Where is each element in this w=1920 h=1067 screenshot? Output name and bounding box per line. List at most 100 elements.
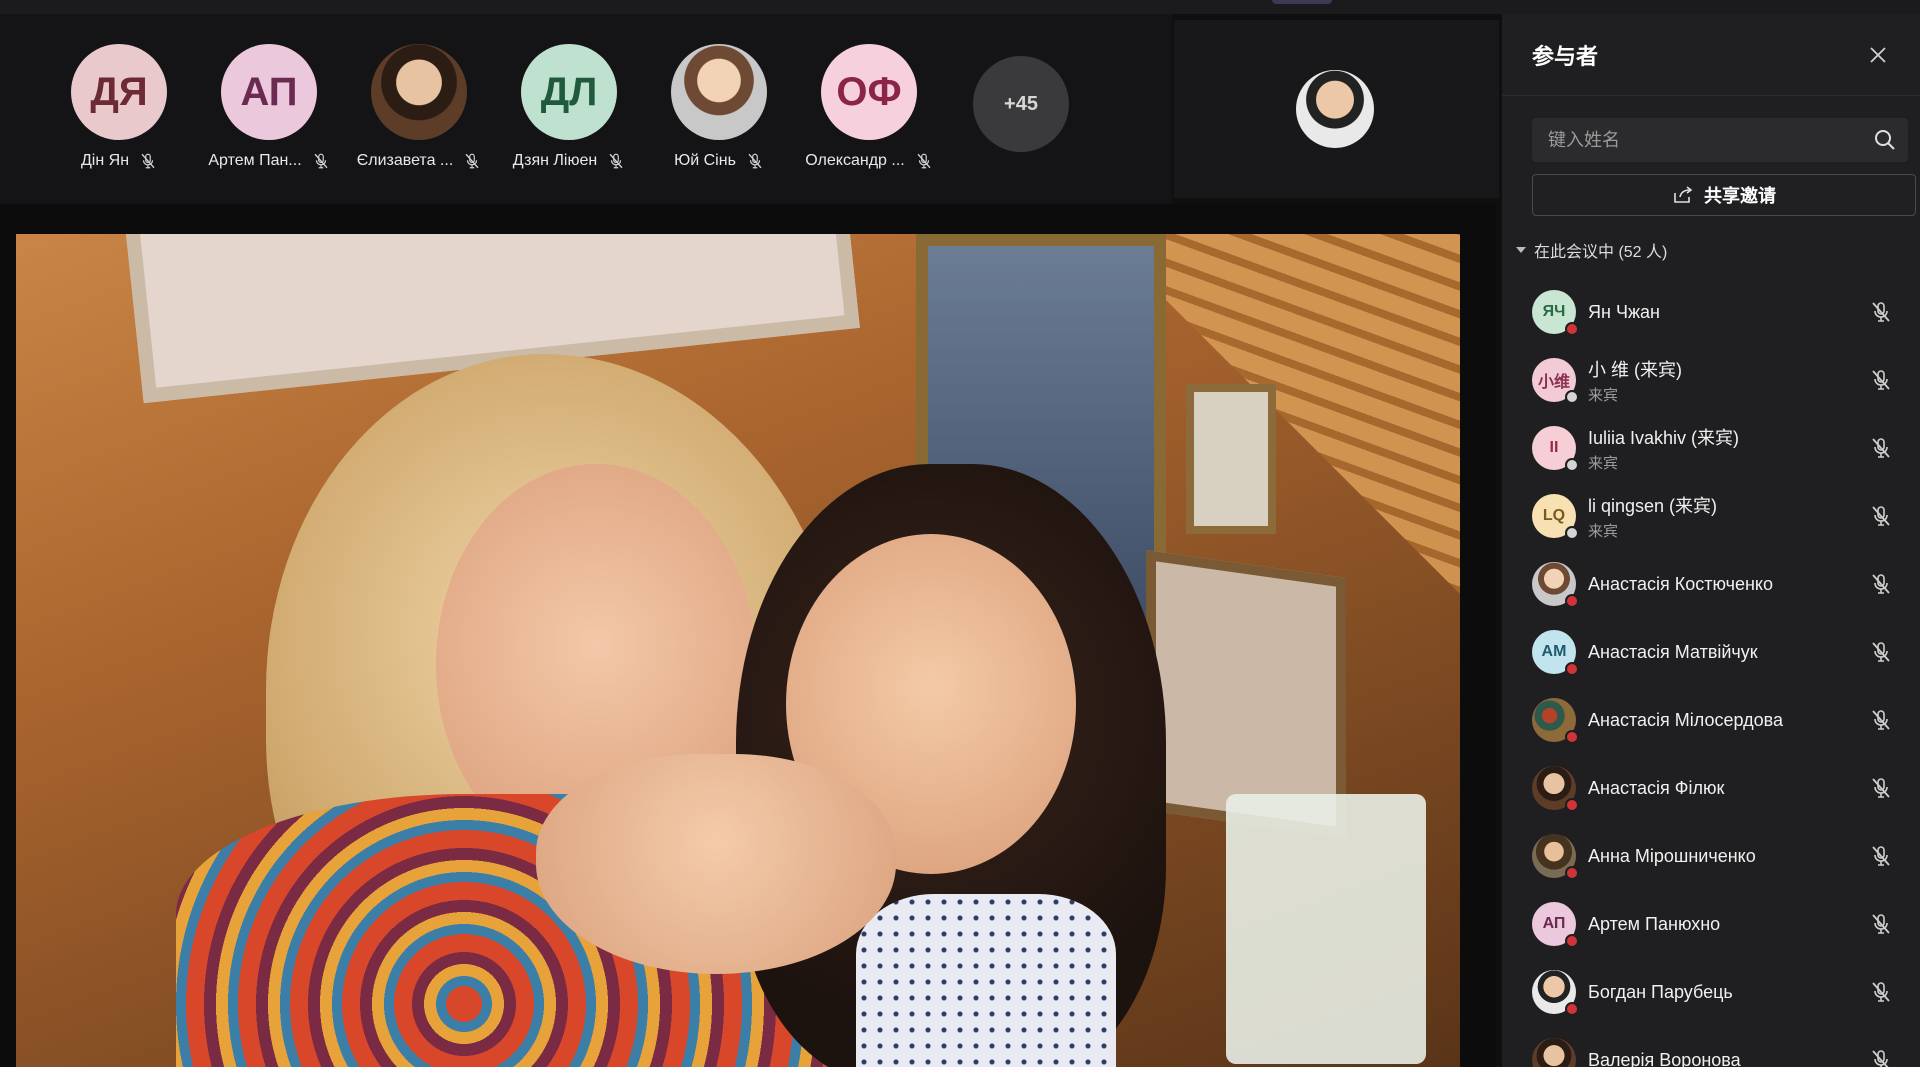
participant-tile[interactable]: ОФ Олександр ... bbox=[794, 44, 944, 170]
mic-off-icon bbox=[1868, 911, 1894, 937]
mic-off-icon bbox=[1868, 979, 1894, 1005]
share-icon bbox=[1674, 186, 1693, 203]
avatar bbox=[1532, 834, 1579, 880]
participant-search[interactable] bbox=[1532, 118, 1908, 162]
participant-name: Валерія Воронова bbox=[1588, 1049, 1741, 1067]
participant-row[interactable]: Анастасія Філюк bbox=[1502, 754, 1920, 822]
avatar-initials: ЯЧ bbox=[1542, 303, 1566, 320]
avatar-initials: АМ bbox=[1541, 643, 1567, 660]
participant-row[interactable]: 小维 小 维 (来宾) 来宾 bbox=[1502, 346, 1920, 414]
more-participants-button[interactable]: +45 bbox=[973, 56, 1069, 152]
participant-row[interactable]: Анастасія Мілосердова bbox=[1502, 686, 1920, 754]
tile-name-row: Дін Ян bbox=[44, 152, 194, 170]
tile-name-row: Олександр ... bbox=[794, 152, 944, 170]
participant-row[interactable]: Анастасія Костюченко bbox=[1502, 550, 1920, 618]
tile-name: Артем Пан... bbox=[208, 152, 302, 169]
avatar: АМ bbox=[1532, 630, 1579, 676]
participant-tile[interactable]: ДЯ Дін Ян bbox=[44, 44, 194, 170]
mic-off-icon bbox=[1868, 1047, 1894, 1067]
active-speaker-video[interactable] bbox=[16, 234, 1460, 1067]
avatar: ДЯ bbox=[71, 44, 167, 140]
presence-status-icon bbox=[1565, 1002, 1579, 1016]
video-person bbox=[856, 894, 1116, 1067]
participant-row[interactable]: LQ li qingsen (来宾) 来宾 bbox=[1502, 482, 1920, 550]
tile-name: Олександр ... bbox=[805, 152, 905, 169]
participant-row[interactable]: Валерія Воронова bbox=[1502, 1026, 1920, 1067]
participant-tile[interactable]: Юй Сінь bbox=[644, 44, 794, 170]
mic-off-icon bbox=[463, 152, 481, 170]
presence-status-icon bbox=[1565, 322, 1579, 336]
tile-name: Дін Ян bbox=[80, 152, 130, 169]
avatar-initials: LQ bbox=[1542, 507, 1566, 524]
self-avatar bbox=[1296, 70, 1374, 148]
avatar-initials: АП bbox=[1542, 915, 1566, 932]
participant-role: 来宾 bbox=[1588, 522, 1619, 540]
mic-off-icon bbox=[312, 152, 330, 170]
mic-off-icon bbox=[1868, 503, 1894, 529]
in-meeting-section-header[interactable]: 在此会议中 (52 人) bbox=[1516, 238, 1920, 262]
tile-name: Дзян Ліюен bbox=[512, 152, 598, 169]
presence-status-icon bbox=[1565, 390, 1579, 404]
search-icon[interactable] bbox=[1874, 129, 1896, 151]
mic-off-icon bbox=[1868, 367, 1894, 393]
video-person bbox=[536, 754, 896, 974]
participant-name: Анна Мірошниченко bbox=[1588, 845, 1756, 866]
participant-text: Анастасія Костюченко bbox=[1588, 574, 1868, 595]
presence-status-icon bbox=[1565, 934, 1579, 948]
participant-text: Анна Мірошниченко bbox=[1588, 846, 1868, 867]
participants-panel: 参与者 共享邀请 在此会议中 (52 人) ЯЧ Ян Чжан 小维 小 维 (来宾… bbox=[1502, 14, 1920, 1067]
participant-row[interactable]: Богдан Парубець bbox=[1502, 958, 1920, 1026]
participant-text: Валерія Воронова bbox=[1588, 1050, 1868, 1067]
mic-off-icon bbox=[139, 152, 157, 170]
participant-name: li qingsen (来宾) bbox=[1588, 495, 1718, 516]
participant-text: Артем Панюхно bbox=[1588, 914, 1868, 935]
presence-status-icon bbox=[1565, 866, 1579, 880]
avatar bbox=[1532, 698, 1579, 744]
panel-header: 参与者 bbox=[1502, 14, 1920, 96]
avatar: АП bbox=[221, 44, 317, 140]
avatar: LQ bbox=[1532, 494, 1579, 540]
mic-off-icon bbox=[1868, 571, 1894, 597]
tile-name-row: Артем Пан... bbox=[194, 152, 344, 170]
participant-row[interactable]: ЯЧ Ян Чжан bbox=[1502, 278, 1920, 346]
presence-status-icon bbox=[1565, 594, 1579, 608]
participant-tile[interactable]: ДЛ Дзян Ліюен bbox=[494, 44, 644, 170]
video-background bbox=[1186, 384, 1276, 534]
participant-tile[interactable]: АП Артем Пан... bbox=[194, 44, 344, 170]
presence-status-icon bbox=[1565, 458, 1579, 472]
avatar bbox=[1532, 970, 1579, 1016]
presence-status-icon bbox=[1565, 526, 1579, 540]
participant-row[interactable]: Анна Мірошниченко bbox=[1502, 822, 1920, 890]
presence-status-icon bbox=[1565, 662, 1579, 676]
avatar bbox=[1532, 1038, 1576, 1067]
presence-status-icon bbox=[1565, 798, 1579, 812]
avatar-initials: 小维 bbox=[1537, 374, 1570, 391]
mic-off-icon bbox=[746, 152, 764, 170]
avatar: ЯЧ bbox=[1532, 290, 1579, 336]
participant-text: li qingsen (来宾) 来宾 bbox=[1588, 492, 1868, 541]
mic-off-icon bbox=[1868, 299, 1894, 325]
tile-name-row: Юй Сінь bbox=[644, 152, 794, 170]
participant-name: 小 维 (来宾) bbox=[1588, 359, 1682, 380]
tile-name-row: Дзян Ліюен bbox=[494, 152, 644, 170]
panel-title: 参与者 bbox=[1532, 43, 1599, 69]
mic-off-icon bbox=[915, 152, 933, 170]
avatar bbox=[1532, 766, 1579, 812]
top-indicator bbox=[1272, 0, 1332, 4]
close-icon bbox=[1870, 46, 1886, 63]
participant-row[interactable]: II Iuliia Ivakhiv (来宾) 来宾 bbox=[1502, 414, 1920, 482]
section-label: 在此会议中 (52 人) bbox=[1534, 244, 1668, 261]
participant-name: Ян Чжан bbox=[1588, 301, 1660, 322]
mic-off-icon bbox=[1868, 707, 1894, 733]
participant-row[interactable]: АП Артем Панюхно bbox=[1502, 890, 1920, 958]
participant-row[interactable]: АМ Анастасія Матвійчук bbox=[1502, 618, 1920, 686]
participant-name: Анастасія Мілосердова bbox=[1588, 709, 1783, 730]
share-invite-button[interactable]: 共享邀请 bbox=[1532, 174, 1916, 216]
participant-role: 来宾 bbox=[1588, 386, 1619, 404]
participant-text: Анастасія Філюк bbox=[1588, 778, 1868, 799]
self-video-tile[interactable] bbox=[1174, 20, 1499, 198]
participant-tile[interactable]: Єлизавета ... bbox=[344, 44, 494, 170]
close-button[interactable] bbox=[1864, 41, 1892, 69]
participant-text: Iuliia Ivakhiv (来宾) 来宾 bbox=[1588, 424, 1868, 473]
search-input[interactable] bbox=[1548, 129, 1874, 151]
